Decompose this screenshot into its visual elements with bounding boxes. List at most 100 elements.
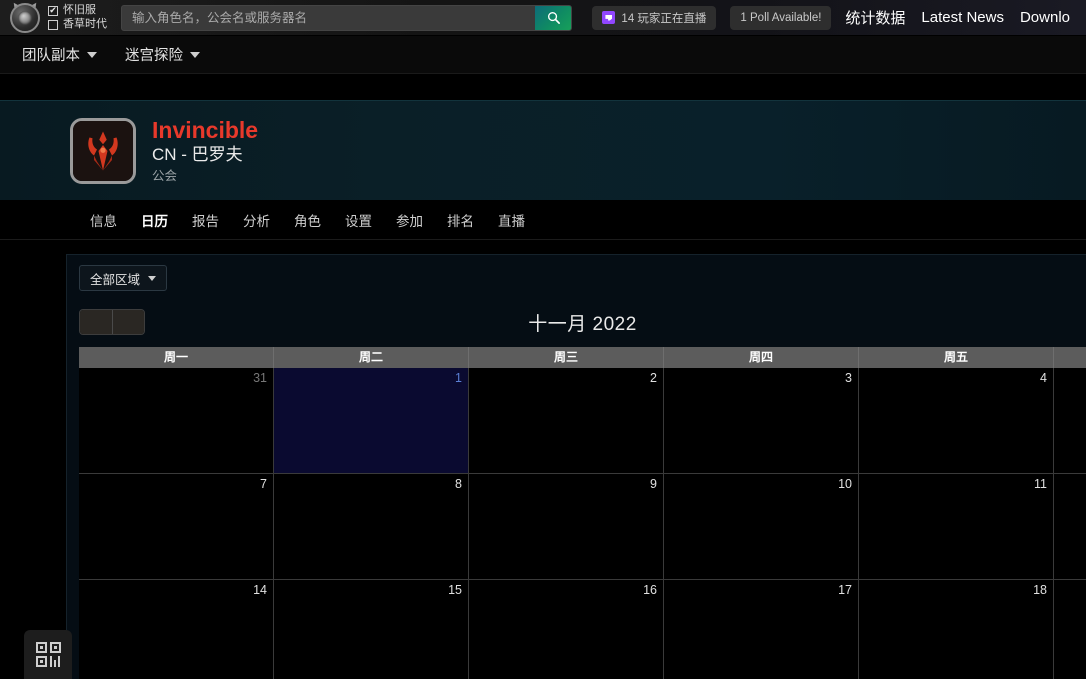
checkbox-classic-label: 怀旧服 [63, 4, 96, 16]
checkbox-vanilla-label: 香草时代 [63, 18, 107, 30]
calendar-weekday-header: 周一 周二 周三 周四 周五 周六 [79, 347, 1086, 368]
calendar-header: 十一月 2022 [79, 303, 1086, 341]
day-number: 2 [650, 371, 657, 385]
calendar-day-cell[interactable]: 5 [1054, 368, 1086, 474]
day-number: 8 [455, 477, 462, 491]
day-number: 7 [260, 477, 267, 491]
wow-classic-logo-icon[interactable] [10, 0, 40, 33]
calendar-title: 十一月 2022 [528, 313, 637, 335]
weekday-tue: 周二 [274, 347, 469, 368]
day-number: 16 [643, 583, 657, 597]
calendar-day-cell[interactable]: 17 [664, 580, 859, 679]
day-number: 9 [650, 477, 657, 491]
streamers-badge-label: 14 玩家正在直播 [621, 12, 707, 25]
day-number: 17 [838, 583, 852, 597]
weekday-thu: 周四 [664, 347, 859, 368]
guild-realm: CN - 巴罗夫 [152, 144, 243, 164]
weekday-mon: 周一 [79, 347, 274, 368]
search-input[interactable] [122, 5, 536, 30]
day-number: 1 [455, 371, 462, 385]
qr-code-icon [35, 642, 61, 667]
nav-item-raids-label: 团队副本 [22, 48, 80, 64]
search-button[interactable] [535, 5, 572, 30]
qr-code-widget[interactable] [24, 630, 72, 679]
search-icon [547, 12, 560, 24]
calendar-day-cell[interactable]: 10 [664, 474, 859, 580]
day-number: 10 [838, 477, 852, 491]
tab-roster[interactable]: 角色 [282, 210, 333, 230]
nav-item-dungeons-label: 迷宫探险 [125, 48, 183, 64]
page-root: ✔ 怀旧服 香草时代 14 玩家正在直播 1 Poll Available! [0, 0, 1086, 679]
tab-rankings[interactable]: 排名 [435, 210, 486, 230]
horde-emblem-icon [88, 131, 118, 170]
weekday-fri: 周五 [859, 347, 1054, 368]
calendar-day-cell[interactable]: 2 [469, 368, 664, 474]
calendar-day-cell[interactable]: 8 [274, 474, 469, 580]
guild-type: 公会 [152, 168, 178, 183]
nav-item-dungeons[interactable]: 迷宫探险 [111, 44, 214, 65]
calendar-day-cell[interactable]: 9 [469, 474, 664, 580]
streamers-badge[interactable]: 14 玩家正在直播 [592, 5, 717, 30]
checkbox-vanilla[interactable]: 香草时代 [48, 18, 107, 31]
main-nav: 团队副本 迷宫探险 [0, 36, 1086, 74]
version-filter-checkboxes: ✔ 怀旧服 香草时代 [48, 4, 107, 31]
poll-badge[interactable]: 1 Poll Available! [730, 5, 832, 30]
calendar-week-row: 31 1 2 3 4 5 [79, 368, 1086, 474]
calendar-grid: 周一 周二 周三 周四 周五 周六 31 1 2 3 4 5 7 [79, 347, 1086, 679]
calendar-panel: 全部区域 十一月 2022 周一 周二 周三 周四 周五 周六 [66, 254, 1086, 679]
day-number: 4 [1040, 371, 1047, 385]
tab-settings[interactable]: 设置 [333, 210, 384, 230]
region-filter-label: 全部区域 [90, 272, 141, 287]
weekday-sat: 周六 [1054, 347, 1086, 368]
calendar-week-row: 14 15 16 17 18 19 [79, 580, 1086, 679]
tab-analysis[interactable]: 分析 [231, 210, 282, 230]
guild-banner: Invincible CN - 巴罗夫 公会 [0, 100, 1086, 200]
nav-item-raids[interactable]: 团队副本 [8, 44, 111, 65]
calendar-nav-buttons [79, 309, 145, 335]
tab-info[interactable]: 信息 [78, 210, 129, 230]
calendar-day-cell[interactable]: 14 [79, 580, 274, 679]
calendar-day-cell[interactable]: 1 [274, 368, 469, 474]
tab-attendance[interactable]: 参加 [384, 210, 435, 230]
chevron-down-icon [148, 275, 157, 281]
checkbox-classic[interactable]: ✔ 怀旧服 [48, 4, 107, 17]
guild-name: Invincible [152, 116, 259, 143]
nav-spacer [0, 74, 1086, 100]
day-number: 15 [448, 583, 462, 597]
calendar-day-cell[interactable]: 11 [859, 474, 1054, 580]
guild-tabs: 信息 日历 报告 分析 角色 设置 参加 排名 直播 [0, 200, 1086, 240]
chevron-down-icon [190, 51, 200, 58]
calendar-day-cell[interactable]: 15 [274, 580, 469, 679]
top-link-latest-news[interactable]: Latest News [921, 9, 1004, 26]
calendar-day-cell[interactable]: 4 [859, 368, 1054, 474]
checkbox-classic-box[interactable]: ✔ [48, 5, 58, 16]
calendar-day-cell[interactable]: 3 [664, 368, 859, 474]
tab-streams[interactable]: 直播 [486, 210, 537, 230]
calendar-week-row: 7 8 9 10 11 12 [79, 474, 1086, 580]
calendar-day-cell[interactable]: 12 [1054, 474, 1086, 580]
guild-crest[interactable] [70, 117, 136, 184]
calendar-next-button[interactable] [112, 310, 144, 334]
day-number: 18 [1033, 583, 1047, 597]
day-number: 31 [253, 371, 267, 385]
region-filter-dropdown[interactable]: 全部区域 [79, 265, 168, 291]
tab-calendar[interactable]: 日历 [129, 210, 180, 230]
calendar-day-cell[interactable]: 31 [79, 368, 274, 474]
calendar-day-cell[interactable]: 7 [79, 474, 274, 580]
day-number: 3 [845, 371, 852, 385]
day-number: 11 [1034, 477, 1047, 491]
search-box[interactable] [121, 4, 573, 31]
top-bar: ✔ 怀旧服 香草时代 14 玩家正在直播 1 Poll Available! [0, 0, 1086, 36]
weekday-wed: 周三 [469, 347, 664, 368]
calendar-day-cell[interactable]: 19 [1054, 580, 1086, 679]
top-link-statistics[interactable]: 统计数据 [845, 7, 905, 28]
calendar-day-cell[interactable]: 18 [859, 580, 1054, 679]
calendar-prev-button[interactable] [80, 310, 112, 334]
calendar-day-cell[interactable]: 16 [469, 580, 664, 679]
day-number: 14 [253, 583, 267, 597]
top-link-downloads[interactable]: Downlo [1020, 9, 1070, 26]
chevron-down-icon [87, 51, 97, 58]
poll-badge-label: 1 Poll Available! [740, 11, 822, 24]
tab-reports[interactable]: 报告 [180, 210, 231, 230]
checkbox-vanilla-box[interactable] [48, 19, 58, 30]
